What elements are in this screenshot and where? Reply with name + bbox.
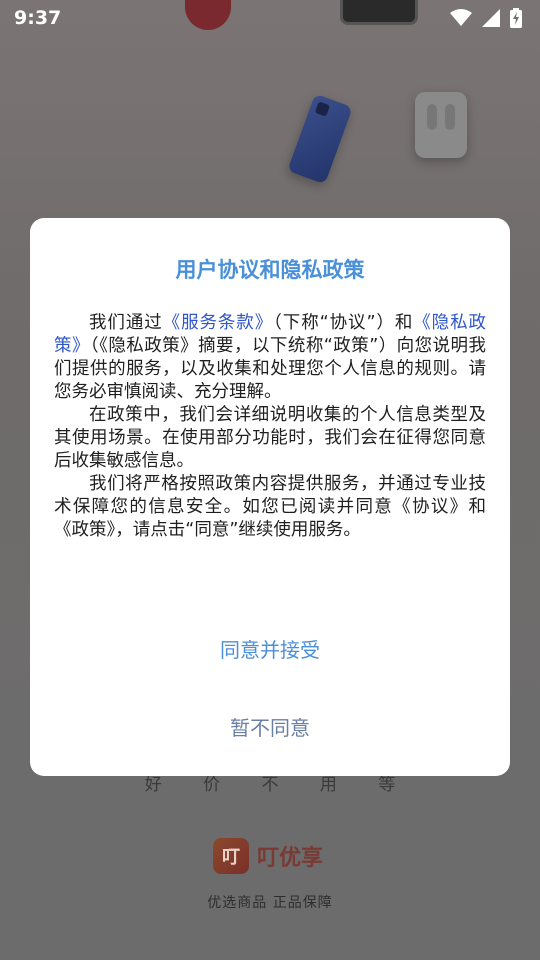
paragraph-2: 在政策中，我们会详细说明收集的个人信息类型及其使用场景。在使用部分功能时，我们会… [54, 405, 486, 471]
status-icons [450, 8, 522, 28]
dialog-body: 我们通过《服务条款》（下称“协议”）和《隐私政策》（《隐私政策》摘要，以下统称“… [54, 312, 486, 542]
brand: 叮 叮优享 [213, 838, 323, 874]
brand-tagline: 优选商品 正品保障 [207, 895, 333, 911]
paragraph-3: 我们将严格按照政策内容提供服务，并通过专业技术保障您的信息安全。如您已阅读并同意… [54, 474, 486, 540]
dialog-title: 用户协议和隐私政策 [175, 258, 365, 282]
paragraph-1: 我们通过《服务条款》（下称“协议”）和《隐私政策》（《隐私政策》摘要，以下统称“… [54, 313, 487, 402]
status-bar: 9:37 [0, 0, 540, 36]
signal-icon [482, 9, 500, 27]
brand-name: 叮优享 [257, 846, 324, 871]
product-image-phone [287, 93, 353, 185]
app-logo-icon: 叮 [213, 838, 249, 874]
decline-button[interactable]: 暂不同意 [30, 712, 510, 741]
product-image-earbuds [415, 92, 467, 158]
status-time: 9:37 [14, 7, 62, 29]
agree-button[interactable]: 同意并接受 [30, 634, 510, 663]
wifi-icon [450, 9, 472, 27]
terms-link[interactable]: 《服务条款》 [163, 313, 273, 333]
battery-charging-icon [510, 8, 522, 28]
privacy-dialog: 用户协议和隐私政策 我们通过《服务条款》（下称“协议”）和《隐私政策》（《隐私政… [30, 218, 510, 776]
